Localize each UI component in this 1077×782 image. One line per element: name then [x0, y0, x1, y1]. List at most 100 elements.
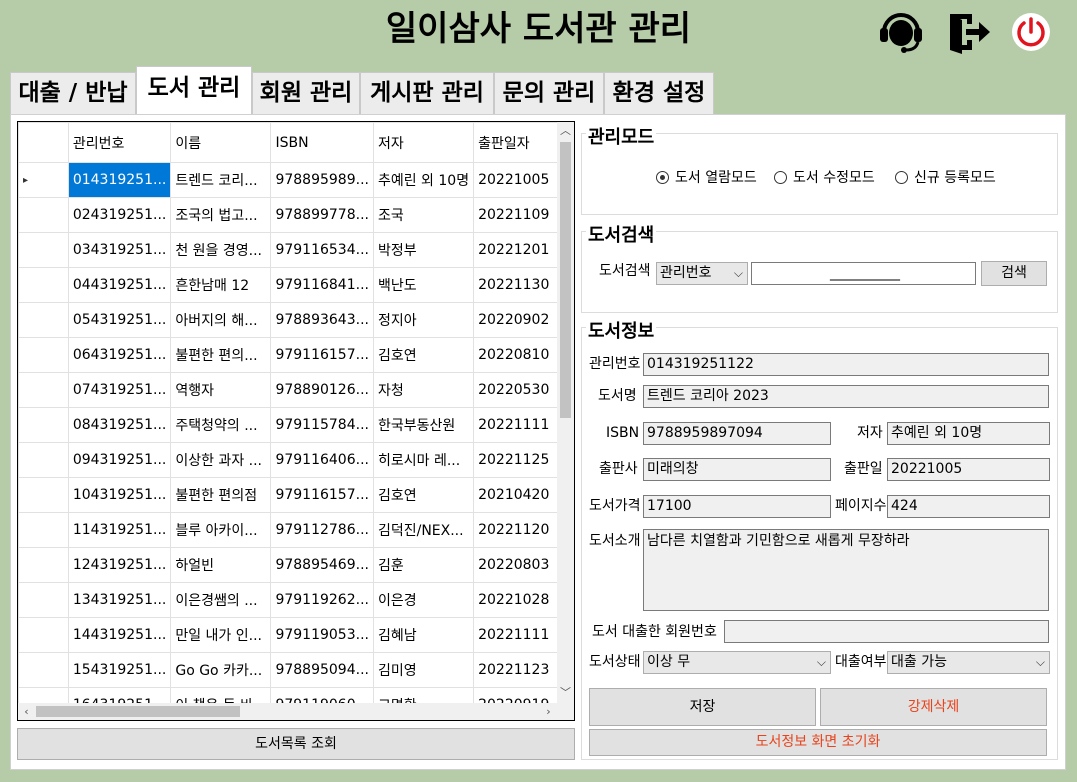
cell-name[interactable]: 흔한남매 12: [170, 267, 272, 303]
table-row[interactable]: 044319251... 흔한남매 12 979116841... 백난도 202211…: [18, 267, 574, 303]
borrower-field[interactable]: [724, 620, 1049, 643]
cell-isbn[interactable]: 979116534...: [270, 232, 374, 268]
loan-select[interactable]: 대출 가능 ⌵: [887, 651, 1050, 674]
row-header[interactable]: [18, 512, 69, 548]
cell-isbn[interactable]: 979112786...: [270, 512, 374, 548]
author-field[interactable]: 추예린 외 10명: [887, 422, 1050, 445]
cell-isbn[interactable]: 978890126...: [270, 372, 374, 408]
table-row[interactable]: 024319251... 조국의 법고... 978899778... 조국 20221…: [18, 197, 574, 233]
cell-name[interactable]: 역행자: [170, 372, 272, 408]
intro-textarea[interactable]: 남다른 치열함과 기민함으로 새롭게 무장하라: [643, 529, 1049, 611]
cell-name[interactable]: 천 원을 경영...: [170, 232, 272, 268]
cell-isbn[interactable]: 979119262...: [270, 582, 374, 618]
cell-isbn[interactable]: 978899778...: [270, 197, 374, 233]
tab-inquiry-management[interactable]: 문의 관리: [494, 72, 604, 114]
cell-isbn[interactable]: 979116157...: [270, 477, 374, 513]
cell-name[interactable]: 불편한 편의점: [170, 477, 272, 513]
cell-name[interactable]: 하얼빈: [170, 547, 272, 583]
tab-settings[interactable]: 환경 설정: [604, 72, 714, 114]
table-row[interactable]: ▸ 014319251... 트렌드 코리... 978895989... 추예린 외 …: [18, 162, 574, 198]
cell-id[interactable]: 144319251...: [67, 617, 172, 653]
row-header[interactable]: [18, 617, 69, 653]
power-icon[interactable]: [1008, 10, 1054, 54]
cell-author[interactable]: 김혜남: [372, 617, 475, 653]
cell-author[interactable]: 김호연: [372, 477, 475, 513]
cell-isbn[interactable]: 979115784...: [270, 407, 374, 443]
table-row[interactable]: 154319251... Go Go 카카... 978895094... 김미영 20…: [18, 652, 574, 688]
row-header[interactable]: [18, 477, 69, 513]
cell-isbn[interactable]: 978895469...: [270, 547, 374, 583]
radio-view-mode[interactable]: 도서 열람모드: [656, 167, 757, 187]
scroll-up-icon[interactable]: ︿: [557, 122, 574, 139]
row-header[interactable]: [18, 197, 69, 233]
scroll-left-icon[interactable]: ‹: [18, 703, 35, 720]
book-list-button[interactable]: 도서목록 조회: [17, 728, 575, 760]
search-input[interactable]: __________: [751, 262, 976, 285]
cell-isbn[interactable]: 979116157...: [270, 337, 374, 373]
cell-author[interactable]: 추예린 외 10명: [372, 162, 475, 198]
row-header[interactable]: [18, 337, 69, 373]
cell-author[interactable]: 김덕진/NEX...: [372, 512, 475, 548]
table-row[interactable]: 104319251... 불편한 편의점 979116157... 김호연 202104…: [18, 477, 574, 513]
tab-board-management[interactable]: 게시판 관리: [360, 72, 494, 114]
cell-id[interactable]: 074319251...: [67, 372, 172, 408]
scroll-right-icon[interactable]: ›: [540, 703, 557, 720]
book-name-field[interactable]: 트렌드 코리아 2023: [643, 385, 1049, 408]
price-field[interactable]: 17100: [643, 495, 831, 518]
pubdate-field[interactable]: 20221005: [887, 458, 1050, 481]
tab-member-management[interactable]: 회원 관리: [252, 72, 360, 114]
column-header-name[interactable]: 이름: [170, 122, 272, 163]
column-header-id[interactable]: 관리번호: [67, 122, 172, 163]
cell-name[interactable]: 불편한 편의...: [170, 337, 272, 373]
cell-author[interactable]: 조국: [372, 197, 475, 233]
table-row[interactable]: 034319251... 천 원을 경영... 979116534... 박정부 202…: [18, 232, 574, 268]
cell-author[interactable]: 이은경: [372, 582, 475, 618]
cell-author[interactable]: 김호연: [372, 337, 475, 373]
cell-id[interactable]: 124319251...: [67, 547, 172, 583]
tab-loan-return[interactable]: 대출 / 반납: [10, 72, 136, 114]
search-field-select[interactable]: 관리번호 ⌵: [656, 262, 748, 285]
cell-id[interactable]: 034319251...: [67, 232, 172, 268]
cell-name[interactable]: 조국의 법고...: [170, 197, 272, 233]
radio-edit-mode[interactable]: 도서 수정모드: [774, 167, 875, 187]
cell-id[interactable]: 154319251...: [67, 652, 172, 688]
reset-screen-button[interactable]: 도서정보 화면 초기화: [589, 729, 1047, 756]
scroll-down-icon[interactable]: ﹀: [557, 684, 574, 701]
cell-name[interactable]: 트렌드 코리...: [170, 162, 272, 198]
row-header[interactable]: [18, 302, 69, 338]
horizontal-scrollbar[interactable]: ‹ ›: [18, 703, 557, 720]
publisher-field[interactable]: 미래의창: [643, 458, 831, 481]
row-header[interactable]: [18, 232, 69, 268]
cell-id[interactable]: 134319251...: [67, 582, 172, 618]
cell-id[interactable]: 084319251...: [67, 407, 172, 443]
row-header[interactable]: [18, 372, 69, 408]
tab-book-management[interactable]: 도서 관리: [136, 66, 252, 114]
cell-id[interactable]: 014319251...: [67, 162, 172, 198]
cell-author[interactable]: 자청: [372, 372, 475, 408]
cell-name[interactable]: 만일 내가 인...: [170, 617, 272, 653]
row-header[interactable]: [18, 652, 69, 688]
book-list-grid[interactable]: 관리번호 이름 ISBN 저자 출판일자 ▸ 014319251... 트렌드 코리…: [17, 121, 575, 721]
cell-isbn[interactable]: 979119053...: [270, 617, 374, 653]
table-row[interactable]: 054319251... 아버지의 해... 978893643... 정지아 2022…: [18, 302, 574, 338]
row-header[interactable]: [18, 547, 69, 583]
cell-id[interactable]: 024319251...: [67, 197, 172, 233]
cell-author[interactable]: 김미영: [372, 652, 475, 688]
cell-author[interactable]: 한국부동산원: [372, 407, 475, 443]
cell-id[interactable]: 064319251...: [67, 337, 172, 373]
table-row[interactable]: 124319251... 하얼빈 978895469... 김훈 20220803: [18, 547, 574, 583]
cell-author[interactable]: 김훈: [372, 547, 475, 583]
table-row[interactable]: 084319251... 주택청약의 ... 979115784... 한국부동산원 2…: [18, 407, 574, 443]
vertical-scrollbar[interactable]: ︿ ﹀: [557, 122, 574, 703]
table-row[interactable]: 094319251... 이상한 과자 ... 979116406... 히로시마 레…: [18, 442, 574, 478]
cell-name[interactable]: 주택청약의 ...: [170, 407, 272, 443]
row-header[interactable]: ▸: [18, 162, 69, 198]
cell-isbn[interactable]: 978895094...: [270, 652, 374, 688]
cell-name[interactable]: 블루 아카이...: [170, 512, 272, 548]
table-row[interactable]: 114319251... 블루 아카이... 979112786... 김덕진/NEX…: [18, 512, 574, 548]
cell-author[interactable]: 백난도: [372, 267, 475, 303]
row-header[interactable]: [18, 267, 69, 303]
cell-author[interactable]: 박정부: [372, 232, 475, 268]
isbn-field[interactable]: 9788959897094: [643, 422, 831, 445]
id-field[interactable]: 014319251122: [643, 353, 1049, 376]
